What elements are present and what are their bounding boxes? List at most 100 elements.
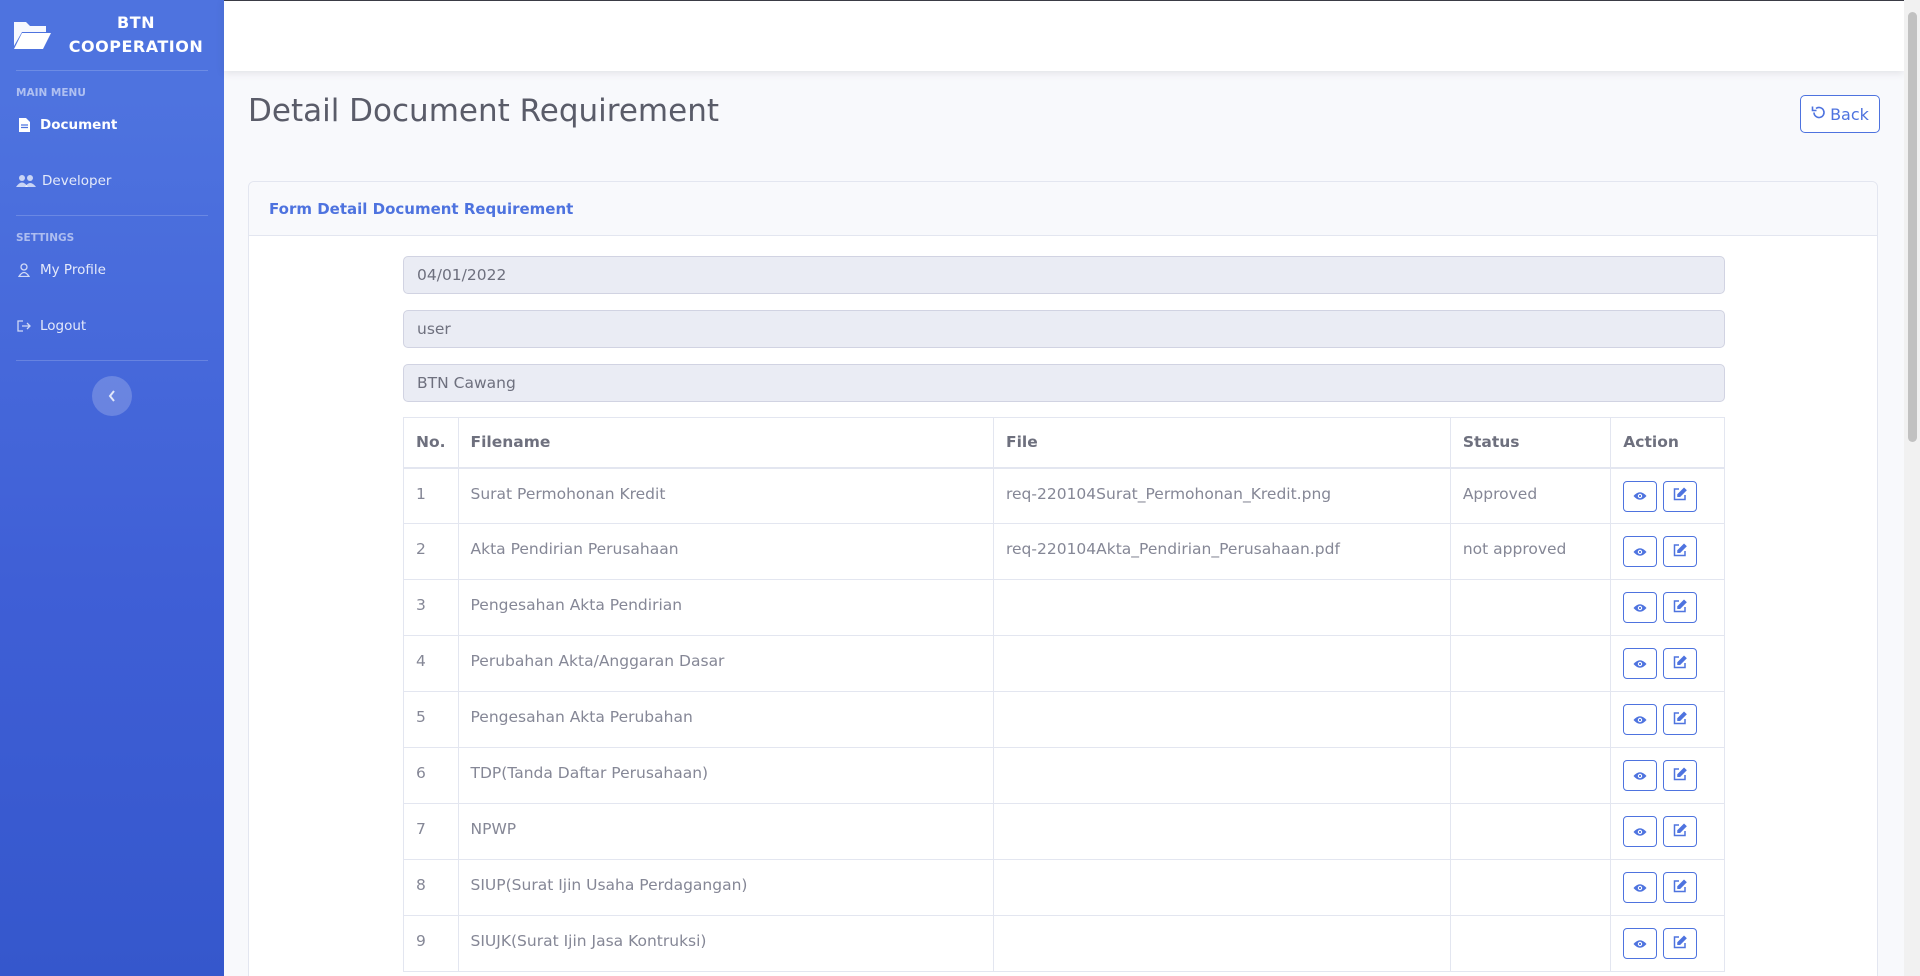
scrollbar[interactable] <box>1904 0 1920 976</box>
table-row: 2 Akta Pendirian Perusahaan req-220104Akta… <box>403 523 1725 580</box>
sidebar: BTN COOPERATION MAIN MENU Document Devel… <box>0 0 224 976</box>
cell-file <box>992 859 1451 916</box>
cell-action <box>1610 803 1725 860</box>
folder-open-icon <box>12 18 52 52</box>
edit-icon <box>1673 934 1688 953</box>
cell-status <box>1449 859 1612 916</box>
table-row: 4 Perubahan Akta/Anggaran Dasar <box>403 635 1725 692</box>
edit-icon <box>1673 878 1688 897</box>
main-content: Detail Document Requirement Back Form De… <box>224 71 1904 976</box>
cell-action <box>1610 859 1725 916</box>
cell-status: Approved <box>1449 467 1612 524</box>
edit-button[interactable] <box>1663 480 1698 512</box>
user-icon <box>16 263 32 277</box>
edit-icon <box>1673 766 1688 785</box>
cell-filename: Perubahan Akta/Anggaran Dasar <box>457 635 994 692</box>
edit-icon <box>1673 654 1688 673</box>
edit-button[interactable] <box>1663 928 1698 959</box>
eye-icon <box>1633 935 1647 953</box>
sidebar-item-developer[interactable]: Developer <box>0 147 224 215</box>
cell-status <box>1449 803 1612 860</box>
cell-file <box>992 747 1451 804</box>
column-header-no: No. <box>403 417 459 469</box>
eye-icon <box>1633 711 1647 729</box>
sidebar-heading-settings: SETTINGS <box>16 232 75 244</box>
edit-button[interactable] <box>1663 648 1698 679</box>
cell-file: req-220104Akta_Pendirian_Perusahaan.pdf <box>992 523 1451 580</box>
edit-button[interactable] <box>1663 592 1698 623</box>
edit-icon <box>1673 598 1688 617</box>
undo-icon <box>1811 105 1830 124</box>
view-button[interactable] <box>1623 536 1658 567</box>
edit-button[interactable] <box>1663 760 1698 791</box>
date-field[interactable]: 04/01/2022 <box>403 256 1725 294</box>
logout-icon <box>16 319 32 333</box>
cell-action <box>1610 635 1725 692</box>
sidebar-item-my-profile[interactable]: My Profile <box>0 248 224 292</box>
edit-button[interactable] <box>1663 872 1698 903</box>
sidebar-item-logout[interactable]: Logout <box>0 292 224 360</box>
eye-icon <box>1633 543 1647 561</box>
scrollbar-thumb[interactable] <box>1908 12 1917 442</box>
view-button[interactable] <box>1623 592 1658 623</box>
view-button[interactable] <box>1623 760 1658 791</box>
sidebar-item-document[interactable]: Document <box>0 103 224 147</box>
detail-card: Form Detail Document Requirement 04/01/2… <box>248 181 1878 976</box>
view-button[interactable] <box>1623 816 1658 847</box>
edit-button[interactable] <box>1663 704 1698 735</box>
brand-line-2: COOPERATION <box>68 37 204 56</box>
view-button[interactable] <box>1623 704 1658 735</box>
cell-no: 2 <box>403 523 459 580</box>
cell-action <box>1610 915 1725 972</box>
cell-action <box>1610 691 1725 748</box>
branch-field[interactable]: BTN Cawang <box>403 364 1725 402</box>
cell-action <box>1610 747 1725 804</box>
edit-icon <box>1673 822 1688 841</box>
table-row: 8 SIUP(Surat Ijin Usaha Perdagangan) <box>403 859 1725 916</box>
edit-button[interactable] <box>1663 536 1698 567</box>
table-row: 5 Pengesahan Akta Perubahan <box>403 691 1725 748</box>
cell-file <box>992 579 1451 636</box>
edit-icon <box>1673 487 1688 505</box>
table-row: 9 SIUJK(Surat Ijin Jasa Kontruksi) <box>403 915 1725 972</box>
edit-button[interactable] <box>1663 816 1698 847</box>
cell-filename: Pengesahan Akta Perubahan <box>457 691 994 748</box>
cell-no: 1 <box>403 467 459 524</box>
brand-line-1: BTN <box>117 13 155 32</box>
sidebar-item-label: My Profile <box>40 262 106 278</box>
back-button[interactable]: Back <box>1800 95 1880 133</box>
table-header-row: No. Filename File Status Action <box>403 417 1725 469</box>
table-row: 1 Surat Permohonan Kredit req-220104Surat_… <box>403 467 1725 524</box>
cell-no: 3 <box>403 579 459 636</box>
cell-file <box>992 635 1451 692</box>
view-button[interactable] <box>1623 480 1658 512</box>
cell-filename: Surat Permohonan Kredit <box>457 467 994 524</box>
eye-icon <box>1633 823 1647 841</box>
cell-status <box>1449 579 1612 636</box>
cell-filename: NPWP <box>457 803 994 860</box>
column-header-status: Status <box>1449 417 1612 469</box>
cell-action <box>1610 579 1725 636</box>
cell-status: not approved <box>1449 523 1612 580</box>
cell-no: 9 <box>403 915 459 972</box>
chevron-left-icon <box>108 387 116 406</box>
card-title: Form Detail Document Requirement <box>249 182 1877 236</box>
sidebar-item-label: Document <box>40 117 118 133</box>
cell-filename: SIUP(Surat Ijin Usaha Perdagangan) <box>457 859 994 916</box>
brand[interactable]: BTN COOPERATION <box>0 0 224 70</box>
view-button[interactable] <box>1623 648 1658 679</box>
cell-no: 6 <box>403 747 459 804</box>
view-button[interactable] <box>1623 872 1658 903</box>
user-field[interactable]: user <box>403 310 1725 348</box>
sidebar-toggle-button[interactable] <box>92 376 132 416</box>
cell-no: 7 <box>403 803 459 860</box>
sidebar-heading-main-menu: MAIN MENU <box>16 87 86 99</box>
sidebar-item-label: Developer <box>42 173 112 189</box>
eye-icon <box>1633 487 1647 505</box>
eye-icon <box>1633 879 1647 897</box>
cell-no: 4 <box>403 635 459 692</box>
view-button[interactable] <box>1623 928 1658 959</box>
cell-file <box>992 915 1451 972</box>
topbar <box>224 0 1904 71</box>
cell-no: 8 <box>403 859 459 916</box>
